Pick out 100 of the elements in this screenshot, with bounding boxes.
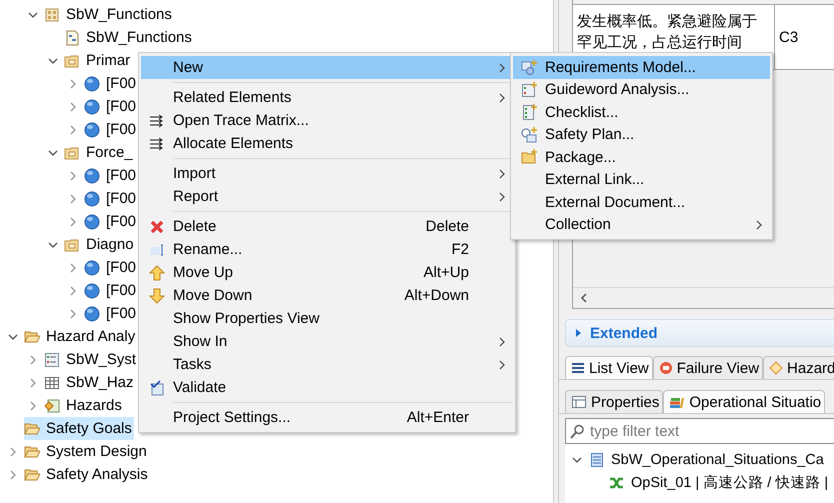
catalog-icon [589, 452, 605, 468]
checklist-icon [521, 104, 537, 120]
tree-item[interactable]: [F00 [84, 256, 138, 279]
ball-icon [84, 98, 100, 114]
list-icon [521, 82, 537, 98]
folder-icon [64, 52, 80, 68]
tree-item[interactable]: Force_ [64, 141, 135, 164]
arrows-icon [149, 136, 165, 152]
menu-item[interactable]: Package... [513, 146, 770, 168]
menu-item[interactable]: Open Trace Matrix... [141, 109, 513, 132]
tree-item[interactable]: [F00 [84, 187, 138, 210]
tree-item[interactable]: [F00 [84, 210, 138, 233]
tree-item[interactable]: Hazards [44, 394, 124, 417]
tree-item[interactable]: Primar [64, 49, 132, 72]
view-tab[interactable]: Hazard [763, 356, 834, 379]
ball-icon [84, 122, 100, 138]
ball-icon [84, 306, 100, 322]
tree-item[interactable]: SbW_Operational_Situations_Ca [611, 452, 824, 468]
menu-item[interactable]: Show Properties View [141, 307, 513, 330]
shortcut-label: Alt+Up [424, 264, 469, 281]
clock-chart-icon [521, 126, 537, 143]
tree-item[interactable]: SbW_Functions [64, 26, 194, 49]
ball-icon [84, 214, 100, 230]
menu-item[interactable]: Move Up Alt+Up [141, 261, 513, 284]
table-icon [44, 374, 60, 390]
tree-item[interactable]: Safety Analysis [24, 463, 150, 486]
tree-item[interactable]: System Design [24, 440, 149, 463]
list-icon [571, 360, 585, 376]
list-icon [44, 352, 60, 368]
menu-item[interactable]: External Link... [513, 168, 770, 191]
delete-icon [149, 218, 165, 234]
menu-item[interactable]: Requirements Model... [513, 56, 770, 78]
menu-item[interactable]: Rename... F2 [141, 238, 513, 261]
folder-icon [64, 144, 80, 160]
menu-item[interactable]: Safety Plan... [513, 124, 770, 146]
table-cell-text: C3 [778, 28, 800, 48]
folder-icon [24, 328, 40, 344]
menu-item[interactable]: External Document... [513, 191, 770, 214]
menu-item[interactable]: Show In [141, 330, 513, 353]
failure-icon [658, 360, 673, 376]
menu-item[interactable]: Validate [141, 376, 513, 399]
view-tab[interactable]: List View [565, 356, 653, 379]
shortcut-label: F2 [451, 241, 469, 258]
folder-icon [64, 236, 80, 252]
tree-item[interactable]: Diagno [64, 233, 136, 256]
warning-list-icon [44, 398, 60, 414]
menu-item[interactable]: New [141, 56, 513, 79]
view-tab[interactable]: Failure View [652, 356, 764, 379]
ball-icon [84, 76, 100, 92]
document-icon [64, 30, 80, 46]
section-title: Extended [590, 324, 658, 342]
ball-icon [84, 260, 100, 276]
tree-item[interactable]: [F00 [84, 164, 138, 187]
menu-item[interactable]: Allocate Elements [141, 132, 513, 155]
folder-icon [24, 420, 40, 436]
menu-item[interactable]: Tasks [141, 353, 513, 376]
menu-item[interactable]: Move Down Alt+Down [141, 284, 513, 307]
section-header[interactable]: Extended [565, 319, 834, 347]
properties-icon [571, 394, 587, 410]
warning-icon [769, 360, 784, 376]
menu-item[interactable]: Project Settings... Alt+Enter [141, 406, 513, 429]
up-arrow-icon [149, 264, 165, 280]
ball-icon [84, 168, 100, 184]
clipboard-check-icon [149, 380, 165, 396]
view-tab[interactable]: Properties [565, 390, 664, 413]
menu-item[interactable]: Report [141, 185, 513, 208]
menu-item[interactable]: Related Elements [141, 86, 513, 109]
down-arrow-icon [149, 288, 165, 304]
tree-item[interactable]: [F00 [84, 118, 138, 141]
tree-item[interactable]: [F00 [84, 302, 138, 325]
shortcut-label: Alt+Enter [406, 409, 469, 426]
menu-item[interactable]: Import [141, 162, 513, 185]
new-folder-icon [521, 149, 537, 166]
view-tab[interactable]: Operational Situatio [663, 390, 826, 413]
folder-icon [24, 466, 40, 482]
menu-item[interactable]: Guideword Analysis... [513, 78, 770, 101]
scroll-left-icon [579, 292, 589, 304]
ball-icon [84, 190, 100, 206]
ball-icon [84, 282, 100, 298]
folder-icon [24, 444, 40, 460]
tree-item[interactable]: [F00 [84, 279, 138, 302]
tree-item[interactable]: SbW_Haz [44, 371, 136, 394]
menu-item[interactable]: Collection [513, 214, 770, 236]
package-icon [44, 6, 60, 22]
shortcut-label: Alt+Down [404, 287, 469, 304]
tree-item[interactable]: OpSit_01 | 高速公路 / 快速路 | [631, 473, 828, 492]
tree-item[interactable]: SbW_Syst [44, 348, 138, 371]
menu-item[interactable]: Delete Delete [141, 215, 513, 238]
model-icon [521, 59, 537, 76]
tree-item[interactable]: Hazard Analy [24, 325, 138, 348]
tree-item[interactable]: [F00 [84, 95, 138, 118]
tree-item[interactable]: Safety Goals [24, 417, 134, 440]
filter-field[interactable]: type filter text [565, 418, 834, 444]
menu-item[interactable]: Checklist... [513, 101, 770, 124]
tree-item[interactable]: [F00 [84, 72, 138, 95]
shortcut-label: Delete [426, 218, 469, 235]
rename-icon [149, 242, 165, 258]
tree-item[interactable]: SbW_Functions [44, 3, 174, 26]
search-icon [570, 424, 584, 440]
arrows-icon [149, 112, 165, 128]
